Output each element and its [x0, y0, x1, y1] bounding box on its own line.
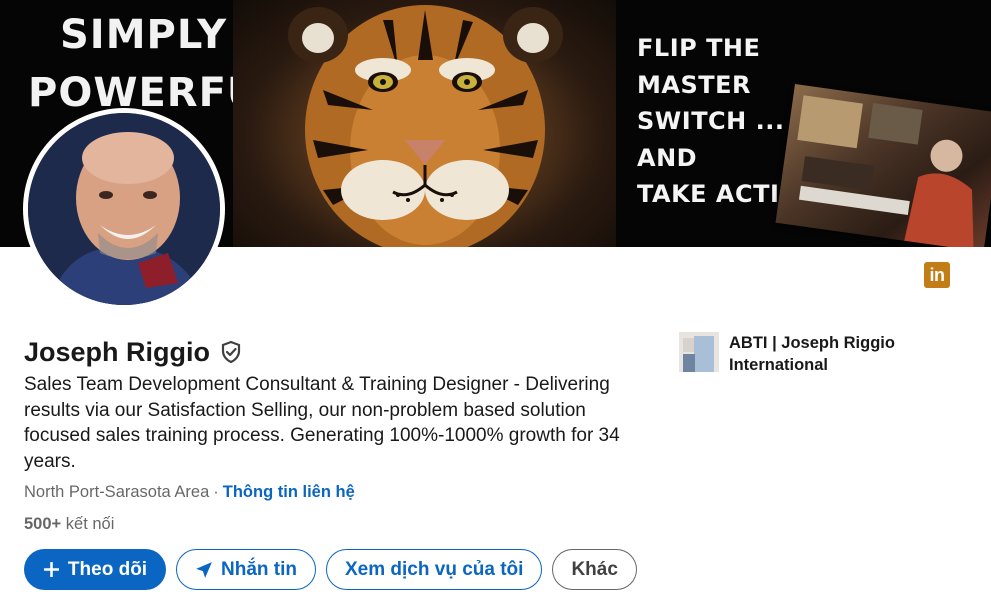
connections-count-row[interactable]: 500+ kết nối [24, 512, 114, 536]
current-company[interactable]: ABTI | Joseph Riggio International [679, 332, 919, 376]
profile-avatar[interactable] [23, 108, 225, 310]
more-button[interactable]: Khác [552, 549, 637, 590]
separator-dot: · [213, 483, 219, 501]
more-button-label: Khác [571, 558, 618, 580]
view-services-button-label: Xem dịch vụ của tôi [345, 558, 524, 580]
company-logo [679, 332, 719, 372]
plus-icon [43, 561, 60, 578]
connections-count: 500+ [24, 515, 62, 533]
profile-location-row: North Port-Sarasota Area · Thông tin liên … [24, 480, 355, 504]
send-icon [195, 561, 213, 579]
profile-headline: Sales Team Development Consultant & Trai… [24, 374, 620, 472]
view-services-button[interactable]: Xem dịch vụ của tôi [326, 549, 543, 590]
banner-studio-photo [775, 84, 991, 247]
studio-photo-illustration [797, 95, 974, 247]
banner-slogan-line: FLIP THE [637, 34, 761, 62]
avatar-photo [28, 113, 220, 305]
avatar-illustration [28, 113, 220, 305]
contact-info-link[interactable]: Thông tin liên hệ [223, 483, 355, 501]
linkedin-icon[interactable]: in [924, 262, 950, 288]
message-button[interactable]: Nhắn tin [176, 549, 316, 590]
banner-tiger-image [233, 0, 616, 247]
follow-button[interactable]: Theo dõi [24, 549, 166, 590]
profile-name-row: Joseph Riggio [24, 334, 243, 370]
company-name: ABTI | Joseph Riggio International [729, 334, 895, 374]
tiger-illustration [288, 5, 563, 247]
follow-button-label: Theo dõi [67, 558, 148, 580]
profile-name: Joseph Riggio [24, 337, 211, 367]
connections-label: kết nối [65, 515, 115, 533]
verified-shield-icon[interactable] [219, 340, 243, 364]
profile-actions: Theo dõi Nhắn tin Xem dịch vụ của tôi Kh… [24, 549, 637, 590]
profile-location: North Port-Sarasota Area [24, 483, 210, 501]
message-button-label: Nhắn tin [221, 558, 297, 580]
